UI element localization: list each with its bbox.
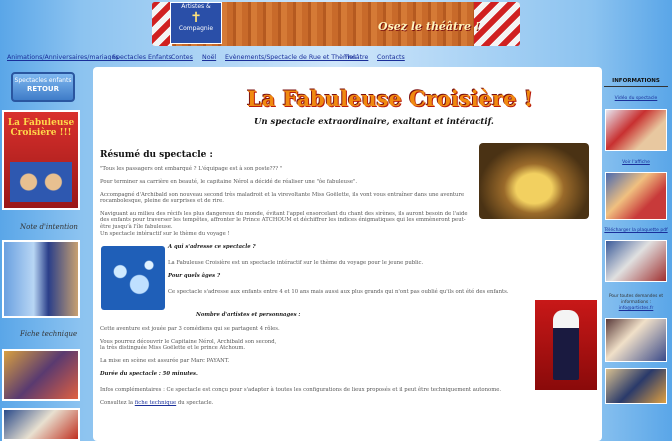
nav-theatre[interactable]: Théâtre	[344, 54, 368, 61]
poster-title: La Fabuleuse Croisière !!!	[7, 118, 75, 138]
captain-figure	[553, 310, 579, 380]
main-nav: Animations/Anniversaires/mariages Specta…	[0, 51, 672, 65]
nav-noel[interactable]: Noël	[202, 54, 216, 61]
affiche-link[interactable]: Voir l'affiche	[604, 160, 668, 165]
question-audience: A qui s'adresse ce spectacle ?	[168, 244, 256, 250]
fiche-technique-link[interactable]: fiche technique	[135, 400, 176, 406]
scene-photo-left-1[interactable]	[2, 349, 80, 401]
duration-value: 50 minutes.	[162, 371, 198, 377]
question-ages: Pour quels âges ?	[168, 273, 221, 279]
affiche-thumbnail[interactable]	[605, 172, 667, 220]
fiche-technique-line: Consultez la fiche technique du spectacl…	[100, 400, 520, 406]
scene-thumbnail-1	[605, 240, 667, 282]
poster-image	[10, 162, 72, 202]
slogan: Osez le théâtre !	[378, 20, 480, 33]
nav-evenements[interactable]: Evènements/Spectacle de Rue et Thèmes	[225, 54, 356, 61]
captain-photo-left[interactable]	[2, 240, 80, 318]
video-link[interactable]: Vidéo du spectacle	[604, 96, 668, 101]
nav-spectacles-enfants[interactable]: Spectacles Enfants	[112, 54, 172, 61]
retour-label: RETOUR	[27, 85, 59, 93]
nav-contes[interactable]: Contes	[171, 54, 193, 61]
contact-email-link[interactable]: info@artistes.fr	[604, 306, 668, 311]
page-title: La Fabuleuse Croisière !	[247, 86, 533, 111]
plaquette-link[interactable]: Télécharger la plaquette pdf	[604, 228, 668, 233]
retour-button[interactable]: Spectacles enfants RETOUR	[11, 72, 75, 102]
answer-audience: La Fabuleuse Croisière est un spectacle …	[168, 260, 424, 266]
informations-heading: INFORMATIONS	[612, 78, 660, 84]
answer-ages: Ce spectacle s'adresse aux enfants entre…	[168, 289, 509, 295]
retour-top-label: Spectacles enfants	[14, 77, 72, 84]
resume-paragraph-1: "Tous les passagers ont embarqué ? L'équ…	[100, 166, 283, 172]
company-logo[interactable]: Artistes & ✝ Compagnie	[170, 2, 222, 44]
banner-stripe-left	[152, 2, 172, 46]
resume-paragraph-2: Pour terminer sa carrière en beauté, le …	[100, 179, 358, 185]
informations-divider	[604, 86, 668, 87]
resume-heading: Résumé du spectacle :	[100, 150, 213, 160]
captain-photo	[535, 300, 597, 390]
page-subtitle: Un spectacle extraordinaire, exaltant et…	[254, 117, 494, 127]
bubbles-image	[101, 246, 165, 310]
fiche-technique-label[interactable]: Fiche technique	[20, 330, 77, 338]
nav-contacts[interactable]: Contacts	[377, 54, 405, 61]
nav-animations[interactable]: Animations/Anniversaires/mariages	[7, 54, 119, 61]
infos-complementaires: Infos complémentaires : Ce spectacle est…	[100, 387, 502, 393]
fiche-suffix: du spectacle.	[177, 400, 214, 406]
resume-paragraph-3: Accompagné d'Archibald son nouveau secon…	[100, 192, 465, 205]
show-poster[interactable]: La Fabuleuse Croisière !!!	[2, 110, 80, 210]
artists-heading: Nombre d'artistes et personnages :	[196, 312, 301, 318]
contact-info-text: Pour toutes demandes et informations :	[608, 294, 664, 305]
video-thumbnail[interactable]	[605, 109, 667, 151]
duration-line: Durée du spectacle : 50 minutes.	[100, 371, 198, 377]
mise-en-scene: La mise en scène est assurée par Marc PA…	[100, 358, 230, 364]
artists-paragraph-1: Cette aventure est jouée par 3 comédiens…	[100, 326, 280, 332]
cross-icon: ✝	[190, 10, 202, 26]
fiche-prefix: Consultez la	[100, 400, 134, 406]
logo-line2: Compagnie	[178, 25, 214, 32]
resume-paragraph-5: Un spectacle intéractif sur le thème du …	[100, 231, 230, 237]
scene-thumbnail-3	[605, 368, 667, 404]
treasure-chest-image	[479, 143, 589, 219]
banner-stripe-right	[474, 2, 520, 46]
resume-paragraph-4: Naviguant au milieu des récifs les plus …	[100, 211, 468, 230]
artists-paragraph-2b: la très distinguée Miss Goëlette et le p…	[100, 345, 246, 351]
note-intention-label[interactable]: Note d'intention	[20, 223, 78, 231]
scene-thumbnail-2	[605, 318, 667, 362]
duration-label: Durée du spectacle :	[100, 371, 161, 377]
scene-photo-left-2[interactable]	[2, 408, 80, 441]
